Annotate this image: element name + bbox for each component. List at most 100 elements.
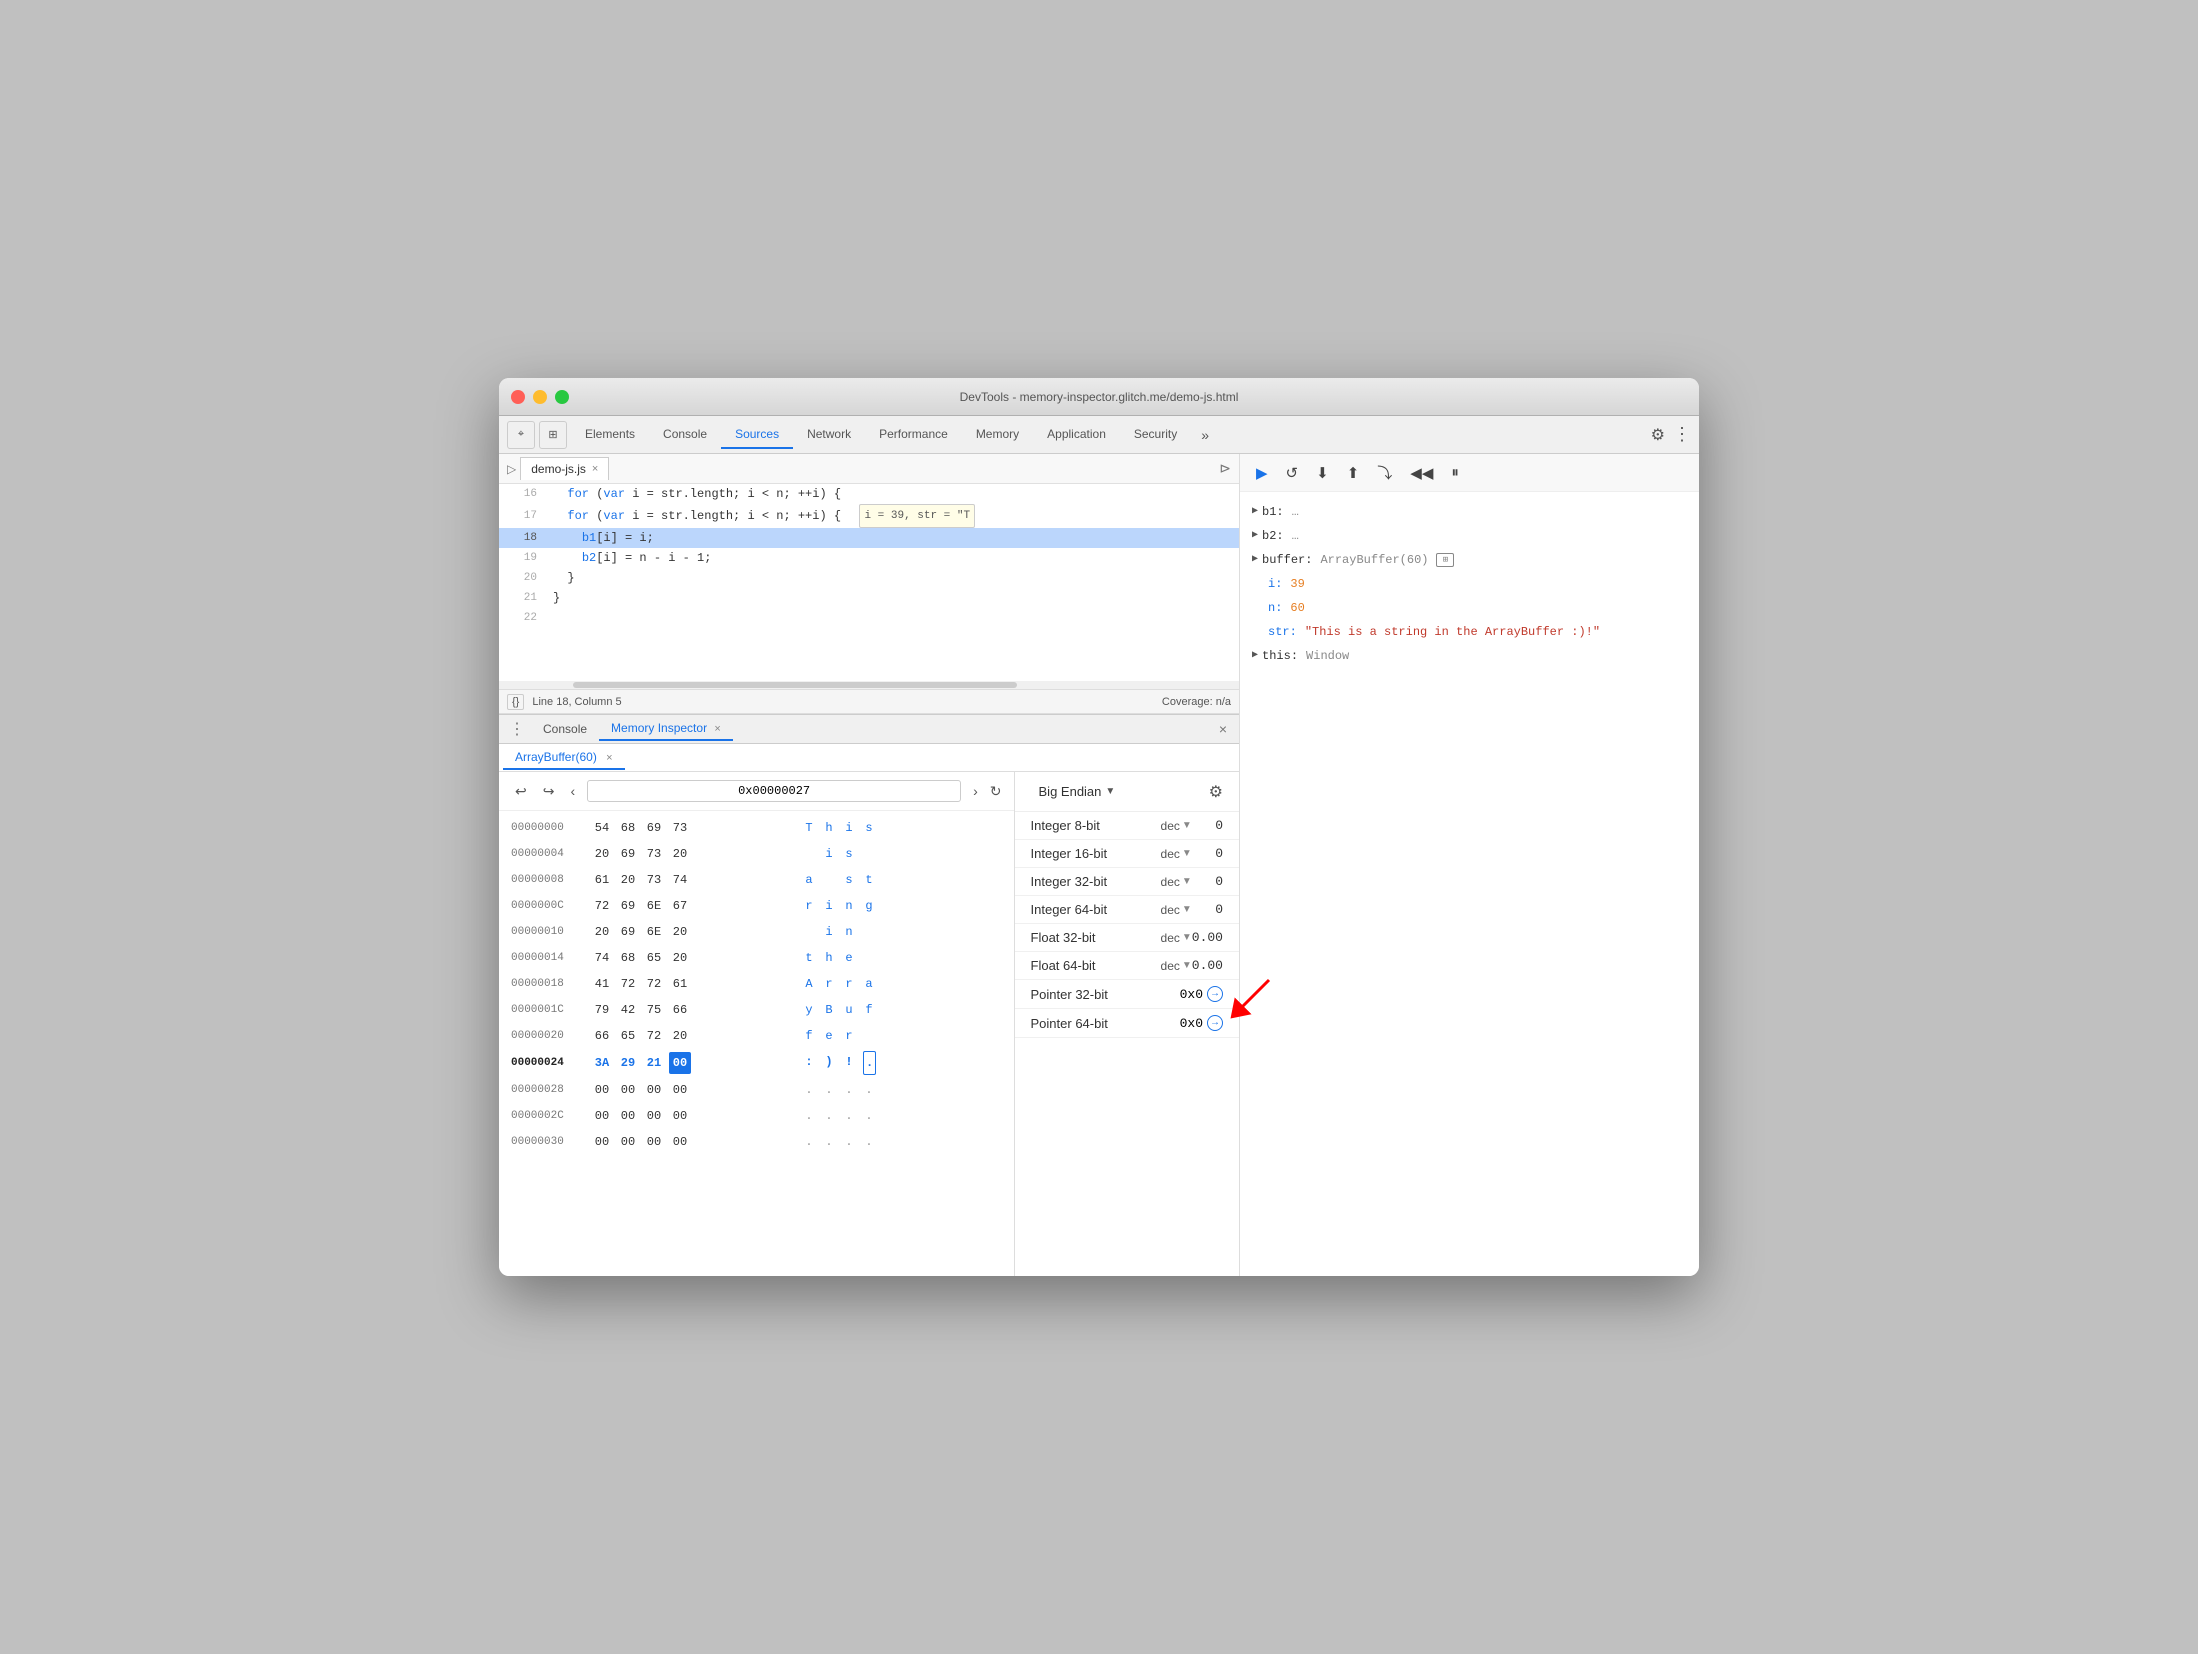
endian-select[interactable]: Big Endian ▼ (1031, 780, 1124, 803)
tab-console[interactable]: Console (531, 718, 599, 740)
float32-format-select[interactable]: dec ▼ (1161, 931, 1192, 945)
int64-label: Integer 64-bit (1031, 902, 1161, 917)
scope-b2[interactable]: ▶ b2: … (1252, 524, 1687, 548)
float64-format-label: dec (1161, 959, 1180, 973)
tab-elements[interactable]: Elements (571, 421, 649, 449)
hex-bytes: 00 00 00 00 (591, 1105, 791, 1127)
value-row-float32: Float 32-bit dec ▼ 0.00 (1015, 924, 1239, 952)
close-all-button[interactable]: × (1211, 721, 1235, 737)
debug-tooltip: i = 39, str = "T (859, 504, 975, 528)
line-num-22: 22 (507, 608, 537, 628)
int8-format-select[interactable]: dec ▼ (1161, 819, 1192, 833)
int64-format-select[interactable]: dec ▼ (1161, 903, 1192, 917)
tab-application[interactable]: Application (1033, 421, 1120, 449)
int16-value: 0 (1215, 846, 1223, 861)
debugger-panel: ▶ ↺ ⬇ ⬆ ⤵ ◀◀ ⏸ ▶ b1: … ▶ b (1239, 454, 1699, 1276)
source-tab-end-icon[interactable]: ⊳ (1215, 460, 1235, 477)
deactivate-button[interactable]: ◀◀ (1406, 462, 1437, 484)
tab-network[interactable]: Network (793, 421, 865, 449)
brace-icon[interactable]: {} (507, 694, 524, 710)
tab-memory[interactable]: Memory (962, 421, 1033, 449)
source-nav-icon[interactable]: ▷ (503, 462, 520, 476)
scope-key: b1: (1262, 501, 1284, 523)
forward-button[interactable]: ↪ (539, 781, 559, 802)
int8-format-arrow: ▼ (1182, 820, 1192, 831)
int16-format-select[interactable]: dec ▼ (1161, 847, 1192, 861)
arraybuffer-tab-close[interactable]: × (606, 752, 612, 764)
endian-label: Big Endian (1039, 784, 1102, 799)
int8-value: 0 (1215, 818, 1223, 833)
line-num-16: 16 (507, 484, 537, 504)
nav-prev-button[interactable]: ‹ (566, 781, 579, 801)
refresh-button[interactable]: ↻ (990, 783, 1002, 800)
tab-sources[interactable]: Sources (721, 421, 793, 449)
step-into-button[interactable]: ⬆ (1343, 462, 1364, 484)
main-area: ▷ demo-js.js × ⊳ 16 for (var i = str.len… (499, 454, 1699, 1276)
tab-performance[interactable]: Performance (865, 421, 962, 449)
scope-val: ArrayBuffer(60) (1320, 549, 1428, 571)
values-settings-button[interactable]: ⚙ (1209, 782, 1223, 802)
buffer-memory-icon[interactable]: ⊞ (1436, 553, 1454, 567)
float64-format-select[interactable]: dec ▼ (1161, 959, 1192, 973)
minimize-button[interactable] (533, 390, 547, 404)
more-tabs-button[interactable]: » (1195, 423, 1215, 447)
ptr64-value-link: 0x0 → (1180, 1015, 1223, 1031)
step-over-button[interactable]: ⬇ (1312, 462, 1333, 484)
filename-label: demo-js.js (531, 462, 586, 476)
source-file-tab[interactable]: demo-js.js × (520, 457, 609, 480)
more-icon[interactable]: ⋮ (1673, 424, 1691, 445)
source-scrollbar[interactable] (499, 681, 1239, 689)
hex-row-0: 00000000 54 68 69 73 T (499, 815, 1014, 841)
back-button[interactable]: ↩ (511, 781, 531, 802)
tab-console[interactable]: Console (649, 421, 721, 449)
int32-label: Integer 32-bit (1031, 874, 1161, 889)
hex-byte[interactable]: 54 (591, 817, 613, 839)
arraybuffer-tab[interactable]: ArrayBuffer(60) × (503, 746, 625, 770)
int32-format-arrow: ▼ (1182, 876, 1192, 887)
value-row-ptr32: Pointer 32-bit 0x0 → (1015, 980, 1239, 1009)
memory-inspector-tab-close[interactable]: × (714, 723, 720, 735)
scope-val-i: 39 (1290, 573, 1304, 595)
resume-button[interactable]: ▶ (1252, 462, 1272, 484)
code-line-18: 18 b1[i] = i; (499, 528, 1239, 548)
scope-b1[interactable]: ▶ b1: … (1252, 500, 1687, 524)
settings-icon[interactable]: ⚙ (1651, 425, 1665, 445)
scope-val-str: "This is a string in the ArrayBuffer :)!… (1305, 621, 1600, 643)
int32-format-select[interactable]: dec ▼ (1161, 875, 1192, 889)
maximize-button[interactable] (555, 390, 569, 404)
breakpoints-button[interactable]: ⏸ (1447, 462, 1463, 483)
hex-ascii: f e r (803, 1025, 875, 1047)
hex-bytes: 00 00 00 00 (591, 1079, 791, 1101)
layers-icon[interactable]: ⊞ (539, 421, 567, 449)
source-tabs: ▷ demo-js.js × ⊳ (499, 454, 1239, 484)
cursor-icon[interactable]: ⌖ (507, 421, 535, 449)
hex-table: 00000000 54 68 69 73 T (499, 811, 1014, 1276)
mi-subtabs: ArrayBuffer(60) × (499, 744, 1239, 772)
close-button[interactable] (511, 390, 525, 404)
hex-ascii: a s t (803, 869, 875, 891)
endian-dropdown-icon: ▼ (1105, 786, 1115, 797)
scope-buffer[interactable]: ▶ buffer: ArrayBuffer(60) ⊞ (1252, 548, 1687, 572)
step-out-button[interactable]: ⤵ (1373, 460, 1396, 485)
main-tabbar: ⌖ ⊞ Elements Console Sources Network Per… (499, 416, 1699, 454)
ascii-char: s (863, 817, 875, 839)
tab-security[interactable]: Security (1120, 421, 1191, 449)
address-input[interactable] (587, 780, 961, 802)
scope-n: n: 60 (1252, 596, 1687, 620)
source-tab-close-icon[interactable]: × (592, 463, 598, 475)
pause-button[interactable]: ↺ (1282, 462, 1303, 484)
debugger-toolbar: ▶ ↺ ⬇ ⬆ ⤵ ◀◀ ⏸ (1240, 454, 1699, 492)
hex-byte[interactable]: 73 (669, 817, 691, 839)
nav-next-button[interactable]: › (969, 781, 982, 801)
values-panel: Big Endian ▼ ⚙ Integer 8-bit dec (1015, 772, 1239, 1276)
hex-row-12: 00000030 00 00 00 00 . (499, 1129, 1014, 1155)
bottom-panel-menu[interactable]: ⋮ (503, 719, 531, 739)
scope-this[interactable]: ▶ this: Window (1252, 644, 1687, 668)
hex-byte[interactable]: 68 (617, 817, 639, 839)
memory-inspector-tab-label: Memory Inspector (611, 721, 707, 735)
tab-memory-inspector[interactable]: Memory Inspector × (599, 717, 733, 741)
hex-addr: 0000002C (511, 1105, 591, 1127)
hex-byte[interactable]: 69 (643, 817, 665, 839)
ptr32-value-link: 0x0 → (1180, 986, 1223, 1002)
source-scrollbar-thumb[interactable] (573, 682, 1017, 688)
